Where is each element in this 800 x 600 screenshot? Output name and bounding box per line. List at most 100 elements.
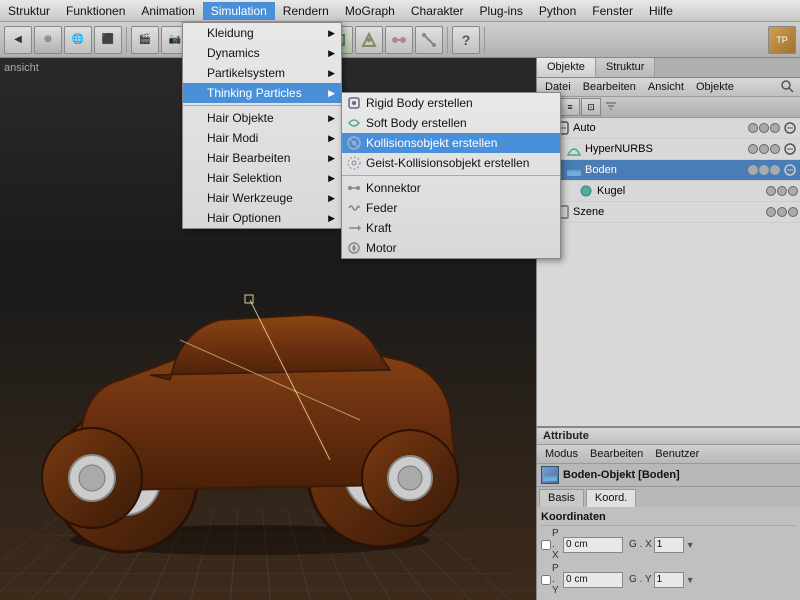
- menu-hair-selektion[interactable]: Hair Selektion: [183, 168, 341, 188]
- menu-thinking-particles[interactable]: Thinking Particles: [183, 83, 341, 103]
- panel-tabs: Objekte Struktur: [537, 58, 800, 78]
- toolbar-right-1[interactable]: TP: [768, 26, 796, 54]
- menu-simulation[interactable]: Simulation: [203, 2, 275, 20]
- tp-motor[interactable]: Motor: [342, 238, 560, 258]
- toolbar: ◀ ⊕ 🌐 ⬛ 🎬 📷 C4D ⊡: [0, 22, 800, 58]
- menu-hair-objekte[interactable]: Hair Objekte: [183, 108, 341, 128]
- menu-rendern[interactable]: Rendern: [275, 2, 337, 20]
- menu-hair-optionen[interactable]: Hair Optionen: [183, 208, 341, 228]
- kleidung-icon: [187, 25, 203, 41]
- menu-partikelsystem[interactable]: Partikelsystem: [183, 63, 341, 83]
- panel-toolbar: ⊕ ≡ ⊡: [537, 97, 800, 118]
- tp-kraft[interactable]: Kraft: [342, 218, 560, 238]
- toolbar-sim-3[interactable]: [355, 26, 383, 54]
- attr-object-row: Boden-Objekt [Boden]: [537, 464, 800, 487]
- panel-search-icon: [780, 79, 796, 95]
- attr-tab-koord[interactable]: Koord.: [586, 489, 636, 507]
- panel-tool-3[interactable]: ⊡: [581, 98, 601, 116]
- simulation-dropdown: Kleidung Dynamics Partikelsystem Thinkin…: [182, 22, 342, 229]
- tree-dot-b3: [770, 165, 780, 175]
- kraft-icon: [346, 220, 362, 236]
- coord-check-py[interactable]: [541, 575, 551, 585]
- tree-dot-s1: [766, 207, 776, 217]
- coord-arrow-x[interactable]: ▼: [686, 540, 695, 550]
- attr-menubar: Modus Bearbeiten Benutzer: [537, 445, 800, 464]
- toolbar-btn-1[interactable]: ◀: [4, 26, 32, 54]
- toolbar-sim-5[interactable]: [415, 26, 443, 54]
- tree-dot-3: [770, 123, 780, 133]
- tree-toggle-auto[interactable]: [782, 120, 798, 136]
- menu-fenster[interactable]: Fenster: [584, 2, 641, 20]
- menu-kleidung[interactable]: Kleidung: [183, 23, 341, 43]
- menu-python[interactable]: Python: [531, 2, 584, 20]
- panel-menu-objekte[interactable]: Objekte: [690, 79, 740, 95]
- sep-1: [183, 105, 341, 106]
- tp-konnektor[interactable]: Konnektor: [342, 178, 560, 198]
- tp-rigid-body[interactable]: Rigid Body erstellen: [342, 93, 560, 113]
- kollision-icon: [346, 135, 362, 151]
- tree-dot-2: [759, 123, 769, 133]
- panel-tool-filter-icon: [604, 99, 618, 113]
- tp-feder[interactable]: Feder: [342, 198, 560, 218]
- menu-mograph[interactable]: MoGraph: [337, 2, 403, 20]
- attr-menu-modus[interactable]: Modus: [539, 446, 584, 462]
- toolbar-btn-4[interactable]: ⬛: [94, 26, 122, 54]
- tree-toggle-nurbs[interactable]: [782, 141, 798, 157]
- hair-werkzeuge-icon: [187, 190, 203, 206]
- tp-sep-1: [342, 175, 560, 176]
- object-tree[interactable]: ▼ Auto ▶ HyperNURBS: [537, 118, 800, 427]
- tab-objekte[interactable]: Objekte: [537, 58, 596, 77]
- tree-toggle-boden[interactable]: [782, 162, 798, 178]
- panel-menu-bearbeiten[interactable]: Bearbeiten: [577, 79, 642, 95]
- tree-dot-s2: [777, 207, 787, 217]
- tab-struktur[interactable]: Struktur: [596, 58, 656, 77]
- coord-label-px: P . X: [541, 528, 561, 561]
- tree-item-auto[interactable]: ▼ Auto: [537, 118, 800, 139]
- menu-charakter[interactable]: Charakter: [403, 2, 472, 20]
- attr-menu-benutzer[interactable]: Benutzer: [649, 446, 705, 462]
- tp-soft-body[interactable]: Soft Body erstellen: [342, 113, 560, 133]
- right-panel: Objekte Struktur Datei Bearbeiten Ansich…: [536, 58, 800, 600]
- toolbar-btn-2[interactable]: ⊕: [34, 26, 62, 54]
- coord-g-input-y[interactable]: [654, 572, 684, 588]
- toolbar-btn-3[interactable]: 🌐: [64, 26, 92, 54]
- tree-item-kugel[interactable]: Kugel: [537, 181, 800, 202]
- menu-hair-bearbeiten[interactable]: Hair Bearbeiten: [183, 148, 341, 168]
- toolbar-btn-5[interactable]: 🎬: [131, 26, 159, 54]
- motor-icon: [346, 240, 362, 256]
- coord-header: Koordinaten: [541, 509, 796, 526]
- coord-input-py[interactable]: [563, 572, 623, 588]
- attr-tab-basis[interactable]: Basis: [539, 489, 584, 507]
- coord-arrow-y[interactable]: ▼: [686, 575, 695, 585]
- menu-dynamics[interactable]: Dynamics: [183, 43, 341, 63]
- menu-animation[interactable]: Animation: [133, 2, 202, 20]
- coord-g-input-x[interactable]: [654, 537, 684, 553]
- menu-funktionen[interactable]: Funktionen: [58, 2, 133, 20]
- tree-item-boden[interactable]: Boden: [537, 160, 800, 181]
- menu-hair-modi[interactable]: Hair Modi: [183, 128, 341, 148]
- menu-plugins[interactable]: Plug-ins: [472, 2, 531, 20]
- attr-menu-bearbeiten[interactable]: Bearbeiten: [584, 446, 649, 462]
- tree-label-boden: Boden: [585, 164, 748, 176]
- rigid-body-icon: [346, 95, 362, 111]
- menu-struktur[interactable]: Struktur: [0, 2, 58, 20]
- tree-item-hypernurbs[interactable]: ▶ HyperNURBS: [537, 139, 800, 160]
- menubar: Struktur Funktionen Animation Simulation…: [0, 0, 800, 22]
- panel-menu-ansicht[interactable]: Ansicht: [642, 79, 690, 95]
- tree-label-kugel: Kugel: [597, 185, 766, 197]
- toolbar-question[interactable]: ?: [452, 26, 480, 54]
- attr-tabs: Basis Koord.: [537, 487, 800, 507]
- coord-input-px[interactable]: [563, 537, 623, 553]
- thinking-particles-icon: [187, 85, 203, 101]
- tree-icon-boden: [565, 161, 583, 179]
- tree-icon-nurbs: [565, 140, 583, 158]
- menu-hilfe[interactable]: Hilfe: [641, 2, 681, 20]
- menu-hair-werkzeuge[interactable]: Hair Werkzeuge: [183, 188, 341, 208]
- tp-kollision[interactable]: Kollisionsobjekt erstellen: [342, 133, 560, 153]
- tree-item-szene[interactable]: ▼ Szene: [537, 202, 800, 223]
- panel-tool-2[interactable]: ≡: [560, 98, 580, 116]
- tree-dots-nurbs: [748, 144, 780, 154]
- coord-check-px[interactable]: [541, 540, 551, 550]
- tp-geist-kollision[interactable]: Geist-Kollisionsobjekt erstellen: [342, 153, 560, 173]
- toolbar-sim-4[interactable]: [385, 26, 413, 54]
